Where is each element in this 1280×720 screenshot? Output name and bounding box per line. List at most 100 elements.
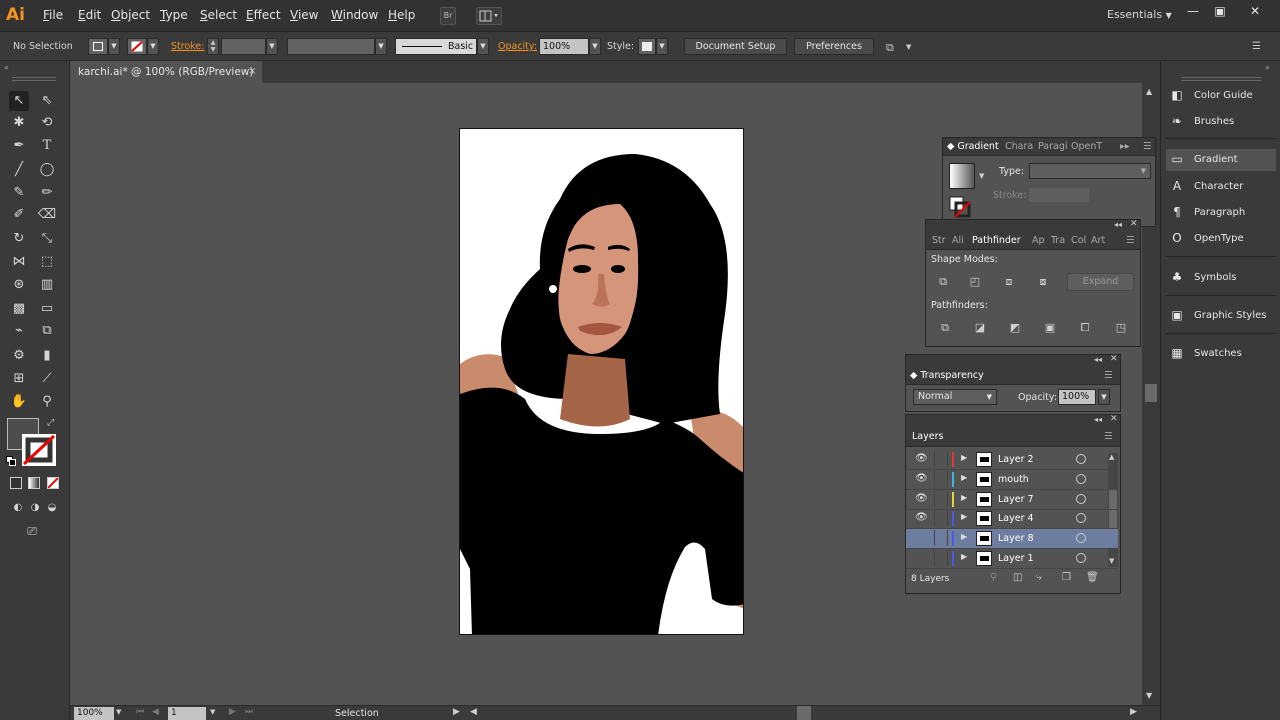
layer-row[interactable]: ▶ Layer 8 (906, 529, 1118, 550)
next-artboard-icon[interactable]: ▶ (229, 707, 236, 717)
delete-layer-icon[interactable]: 🗑 (1086, 572, 1099, 583)
outline-icon[interactable]: ⧠ (1076, 319, 1094, 337)
previous-artboard-icon[interactable]: ◀ (152, 707, 159, 717)
expand-layer-icon[interactable]: ▶ (961, 493, 967, 502)
pencil-tool-icon[interactable]: ✏ (37, 183, 57, 203)
pen-tool-icon[interactable]: ✒ (9, 136, 29, 156)
gradient-type-select[interactable]: ▼ (1029, 163, 1151, 179)
dock-gradient[interactable]: ▭ Gradient (1166, 149, 1276, 171)
expand-layer-icon[interactable]: ▶ (961, 532, 967, 541)
gradient-preview-dropdown-icon[interactable]: ▼ (979, 172, 984, 180)
panel-menu-icon[interactable]: ☰ (1104, 431, 1113, 442)
scroll-right-icon[interactable]: ▶ (1130, 707, 1137, 717)
lock-toggle[interactable] (934, 550, 948, 566)
width-tool-icon[interactable]: ⋈ (9, 252, 29, 272)
layer-name[interactable]: Layer 1 (998, 553, 1034, 564)
arrange-documents-button[interactable] (476, 7, 502, 25)
expand-dock-icon[interactable]: » (1265, 63, 1270, 72)
visibility-eye-icon[interactable]: 👁 (915, 493, 928, 504)
slice-tool-icon[interactable]: ⟋ (37, 369, 57, 389)
hand-tool-icon[interactable]: ✋ (9, 392, 29, 412)
variable-width-profile[interactable] (287, 38, 375, 55)
brush-dropdown[interactable]: ▼ (477, 38, 489, 55)
eraser-tool-icon[interactable]: ⌫ (37, 205, 57, 225)
document-tab[interactable]: karchi.ai* @ 100% (RGB/Preview) (70, 61, 262, 83)
shape-builder-tool-icon[interactable]: ⊛ (9, 275, 29, 295)
scroll-down-icon[interactable]: ▼ (1146, 691, 1152, 700)
layer-row[interactable]: 👁 ▶ Layer 7 (906, 490, 1118, 510)
first-artboard-icon[interactable]: ⏮ (136, 707, 144, 717)
artboard-number-input[interactable]: 1 (168, 707, 206, 720)
stroke-swatch[interactable] (127, 38, 147, 55)
style-dropdown[interactable]: ▼ (656, 38, 668, 55)
stroke-weight-input[interactable] (221, 38, 266, 55)
artboard-dropdown-icon[interactable]: ▼ (210, 708, 215, 716)
gradient-tool-icon[interactable]: ▭ (37, 299, 57, 319)
direct-selection-tool-icon[interactable]: ⇖ (37, 91, 57, 111)
draw-inside-icon[interactable]: ◒ (44, 498, 60, 518)
layer-row[interactable]: 👁 ▶ Layer 2 (906, 450, 1118, 470)
last-artboard-icon[interactable]: ⏭ (245, 707, 253, 717)
merge-icon[interactable]: ◩ (1006, 319, 1024, 337)
dock-paragraph[interactable]: ¶ Paragraph (1166, 202, 1276, 224)
vertical-scroll-thumb[interactable] (1145, 384, 1157, 402)
artboard[interactable] (459, 128, 744, 635)
locate-object-icon[interactable]: ⚲ (990, 572, 997, 583)
tab-artboards[interactable]: Art (1091, 235, 1105, 246)
zoom-tool-icon[interactable]: ⚲ (37, 392, 57, 412)
panel-menu-icon[interactable]: ☰ (1143, 141, 1152, 152)
symbol-sprayer-tool-icon[interactable]: ⚙ (9, 346, 29, 366)
stroke-label[interactable]: Stroke: (171, 41, 204, 52)
menu-object[interactable]: Object (111, 8, 150, 22)
intersect-icon[interactable]: ⧈ (1000, 273, 1018, 291)
gradient-fill-stroke-icon[interactable] (949, 196, 971, 218)
none-mode-icon[interactable] (47, 477, 59, 489)
minus-front-icon[interactable]: ◰ (966, 273, 984, 291)
tab-color[interactable]: Col (1071, 235, 1086, 246)
eyedropper-tool-icon[interactable]: ⌁ (9, 321, 29, 341)
menu-window[interactable]: Window (331, 8, 378, 22)
close-panel-icon[interactable]: ✕ (1130, 219, 1138, 229)
draw-behind-icon[interactable]: ◑ (27, 498, 43, 518)
collapse-panel-icon[interactable]: ◂◂ (1094, 415, 1102, 424)
menu-select[interactable]: Select (200, 8, 237, 22)
visibility-eye-icon[interactable]: 👁 (915, 512, 928, 523)
document-setup-button[interactable]: Document Setup (684, 38, 787, 55)
layer-row[interactable]: ▶ Layer 1 (906, 549, 1118, 569)
divide-icon[interactable]: ⧉ (936, 319, 954, 337)
tab-transparency[interactable]: ◆ Transparency (910, 370, 984, 381)
lock-toggle[interactable] (934, 490, 948, 507)
opacity-label[interactable]: Opacity: (498, 41, 537, 52)
menu-view[interactable]: View (290, 8, 318, 22)
blob-brush-tool-icon[interactable]: ✐ (9, 205, 29, 225)
tools-grip[interactable] (12, 77, 56, 81)
opacity-input[interactable]: 100% (539, 38, 589, 55)
expand-layer-icon[interactable]: ▶ (961, 552, 967, 561)
menu-type[interactable]: Type (160, 8, 188, 22)
zoom-dropdown-icon[interactable]: ▼ (116, 708, 121, 716)
menu-effect[interactable]: Effect (246, 8, 281, 22)
screen-mode-icon[interactable]: ⎚ (22, 521, 42, 541)
default-colors-icon[interactable] (6, 456, 16, 466)
chevron-down-icon[interactable]: ▼ (906, 43, 911, 51)
ellipse-tool-icon[interactable]: ◯ (37, 160, 57, 180)
unite-icon[interactable]: ⧉ (934, 273, 952, 291)
horizontal-scroll-thumb[interactable] (797, 706, 811, 720)
tab-stroke[interactable]: Str (932, 235, 946, 246)
lock-toggle[interactable] (934, 510, 948, 527)
stroke-color-swatch[interactable] (22, 434, 56, 466)
layer-name[interactable]: Layer 2 (998, 454, 1034, 465)
preferences-button[interactable]: Preferences (794, 38, 874, 55)
tab-character[interactable]: Chara (1005, 141, 1033, 152)
gradient-mode-icon[interactable] (28, 477, 40, 489)
close-window-button[interactable]: ✕ (1246, 4, 1264, 18)
type-tool-icon[interactable]: T (37, 136, 57, 156)
transparency-opacity-dropdown[interactable]: ▼ (1098, 389, 1110, 405)
minus-back-icon[interactable]: ◳ (1112, 319, 1130, 337)
paintbrush-tool-icon[interactable]: ✎ (9, 183, 29, 203)
stroke-weight-dropdown[interactable]: ▼ (266, 38, 278, 55)
make-clipping-mask-icon[interactable]: ◫ (1013, 572, 1022, 583)
dock-brushes[interactable]: ❧ Brushes (1166, 111, 1276, 133)
fill-swatch[interactable] (88, 38, 108, 55)
artboard-tool-icon[interactable]: ⊞ (9, 369, 29, 389)
